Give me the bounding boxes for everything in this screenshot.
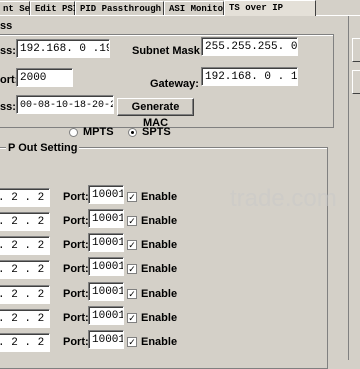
output-port-field[interactable]: 10001: [88, 282, 124, 301]
enable-label: Enable: [141, 263, 178, 275]
subnet-mask-label: Subnet Mask:: [132, 45, 204, 57]
tab-bar: nt Set Edit PSI PID Passthrough ASI Moni…: [0, 0, 360, 16]
enable-label: Enable: [141, 191, 178, 203]
mpts-radio[interactable]: [69, 128, 78, 137]
enable-label: Enable: [141, 215, 178, 227]
output-port-label: Port:: [63, 312, 89, 324]
output-port-field[interactable]: 10001: [88, 330, 124, 349]
enable-checkbox[interactable]: ✓: [127, 192, 137, 202]
output-ip-field[interactable]: . 2 . 2 . 5: [0, 260, 50, 279]
output-ip-field[interactable]: . 2 . 2 . 7: [0, 309, 50, 328]
enable-checkbox[interactable]: ✓: [127, 289, 137, 299]
output-ip-field[interactable]: . 2 . 2 . 8: [0, 333, 50, 352]
tab-asi-monitor[interactable]: ASI Monitor: [164, 1, 228, 15]
subnet-mask-field[interactable]: 255.255.255. 0: [201, 37, 298, 56]
output-ip-field[interactable]: . 2 . 2 . 3: [0, 212, 50, 231]
gateway-label: Gateway:: [150, 78, 199, 90]
output-row: . 2 . 2 . 4 Port:10001✓ Enable: [0, 233, 330, 257]
tab-pid-passthrough[interactable]: PID Passthrough: [75, 1, 164, 15]
enable-checkbox[interactable]: ✓: [127, 240, 137, 250]
tab-edit-psi[interactable]: Edit PSI: [30, 1, 78, 15]
output-row: . 2 . 2 . 6 Port:10001✓ Enable: [0, 282, 330, 306]
generate-mac-button[interactable]: Generate MAC: [117, 98, 194, 129]
enable-checkbox[interactable]: ✓: [127, 216, 137, 226]
output-port-label: Port:: [63, 288, 89, 300]
mac-address-label: ss:: [0, 101, 16, 113]
network-group-label: ss: [0, 20, 13, 32]
output-port-field[interactable]: 10001: [88, 209, 124, 228]
output-port-label: Port:: [63, 336, 89, 348]
enable-label: Enable: [141, 336, 178, 348]
tab-management-set[interactable]: nt Set: [0, 1, 35, 15]
enable-label: Enable: [141, 312, 178, 324]
spts-label: SPTS: [142, 126, 171, 138]
enable-label: Enable: [141, 288, 178, 300]
output-ip-field[interactable]: . 2 . 2 . 4: [0, 236, 50, 255]
enable-checkbox[interactable]: ✓: [127, 337, 137, 347]
ip-address-field[interactable]: 192.168. 0 .190: [16, 39, 110, 58]
output-row: . 2 . 2 . 5 Port:10001✓ Enable: [0, 257, 330, 281]
gateway-field[interactable]: 192.168. 0 . 1: [201, 67, 298, 86]
spts-radio[interactable]: [128, 128, 137, 137]
output-port-field[interactable]: 10001: [88, 306, 124, 325]
output-row: . 2 . 2 . 8 Port:10001✓ Enable: [0, 330, 330, 354]
ip-out-setting-label: P Out Setting: [6, 142, 80, 154]
mac-address-field[interactable]: 00-08-10-18-20-28: [16, 95, 114, 114]
output-port-label: Port:: [63, 191, 89, 203]
output-port-field[interactable]: 10001: [88, 257, 124, 276]
output-port-field[interactable]: 10001: [88, 185, 124, 204]
output-row: . 2 . 2 . 7 Port:10001✓ Enable: [0, 306, 330, 330]
ip-address-label: ss:: [0, 45, 16, 57]
output-port-label: Port:: [63, 263, 89, 275]
enable-checkbox[interactable]: ✓: [127, 313, 137, 323]
output-port-label: Port:: [63, 239, 89, 251]
output-ip-field[interactable]: . 2 . 2 . 6: [0, 285, 50, 304]
tab-ts-over-ip[interactable]: TS over IP: [224, 0, 316, 16]
side-button[interactable]: [352, 70, 360, 94]
enable-label: Enable: [141, 239, 178, 251]
side-button[interactable]: [352, 38, 360, 62]
port-field[interactable]: 2000: [16, 68, 73, 87]
output-port-label: Port:: [63, 215, 89, 227]
output-port-field[interactable]: 10001: [88, 233, 124, 252]
output-ip-field[interactable]: . 2 . 2 . 2: [0, 188, 50, 207]
watermark: trade.com: [230, 185, 337, 212]
mpts-label: MPTS: [83, 126, 114, 138]
enable-checkbox[interactable]: ✓: [127, 264, 137, 274]
